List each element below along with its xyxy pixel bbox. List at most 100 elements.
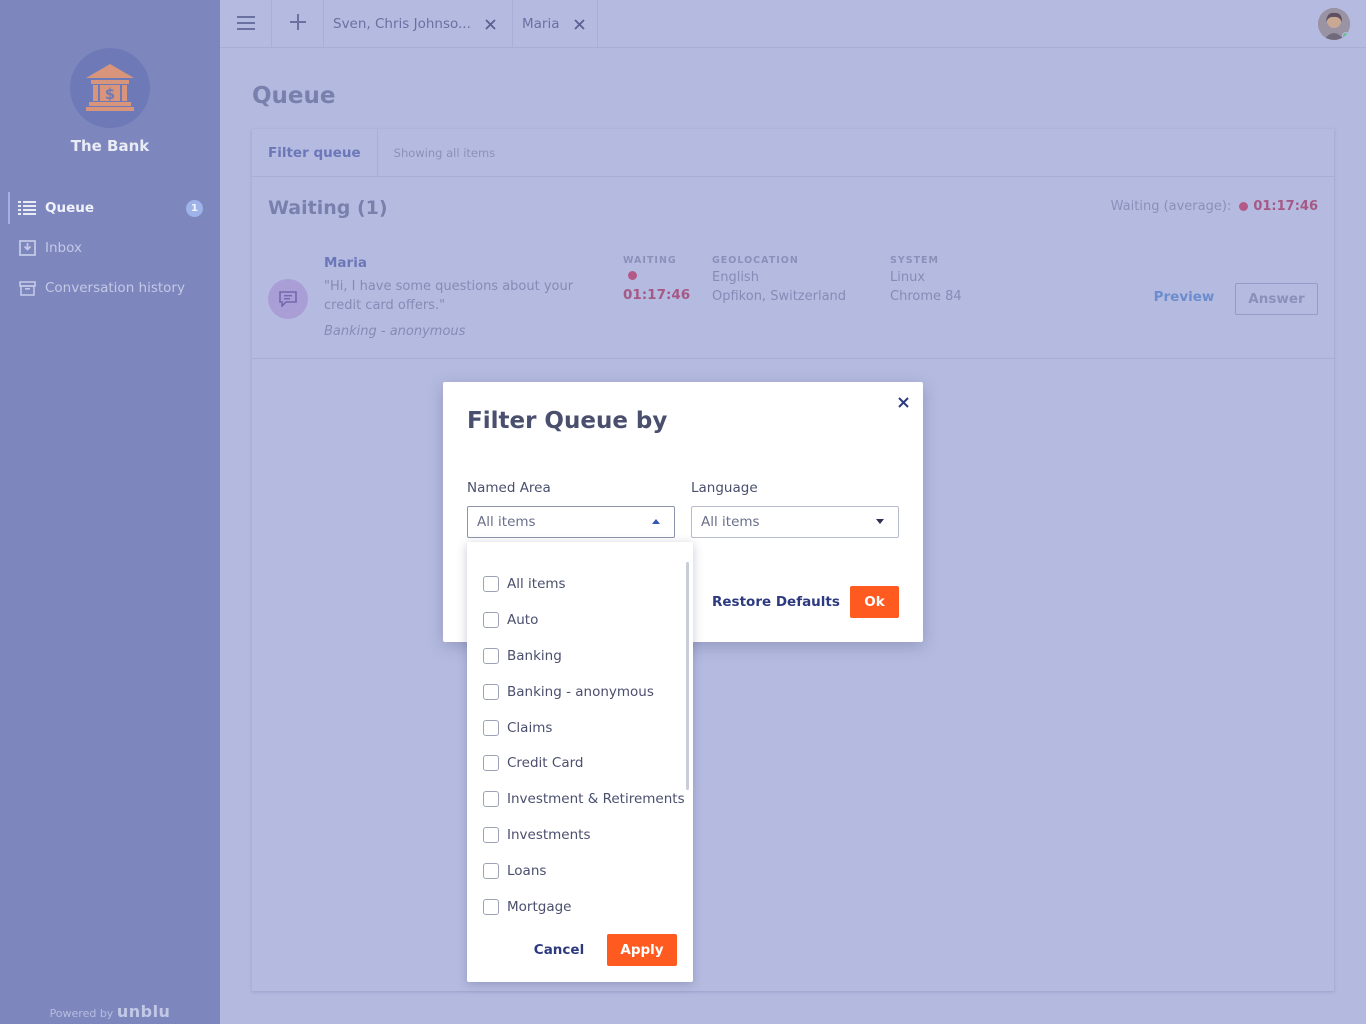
option-credit-card[interactable]: Credit Card [467, 745, 689, 781]
bank-icon: $ [82, 60, 138, 116]
modal-title: Filter Queue by [467, 408, 668, 434]
named-area-dropdown: All items Auto Banking Banking - anonymo… [467, 542, 693, 982]
top-bar: Sven, Chris Johnso... Maria [220, 0, 1366, 48]
caret-down-icon [876, 519, 884, 524]
new-tab-button[interactable] [272, 0, 324, 48]
option-investments[interactable]: Investments [467, 817, 689, 853]
powered-by: Powered by unblu [0, 1002, 220, 1021]
filter-queue-button[interactable]: Filter queue [252, 128, 378, 177]
language-select[interactable]: All items [691, 506, 899, 538]
checkbox[interactable] [483, 755, 499, 772]
avatar[interactable] [1318, 8, 1350, 40]
sidebar-item-conversation-history[interactable]: Conversation history [0, 268, 220, 308]
alert-icon [628, 271, 637, 280]
option-label: Credit Card [507, 755, 584, 772]
waiting-time: 01:17:46 [623, 287, 691, 303]
geo-language: English [712, 270, 759, 285]
checkbox[interactable] [483, 611, 499, 628]
brand-logo: $ [70, 48, 150, 128]
language-label: Language [691, 480, 758, 496]
option-label: Banking [507, 647, 562, 664]
option-claims[interactable]: Claims [467, 710, 689, 746]
option-investment-retirements[interactable]: Investment & Retirements [467, 781, 689, 817]
waiting-label: WAITING [623, 255, 677, 266]
named-area: Banking - anonymous [324, 324, 466, 339]
apply-button[interactable]: Apply [607, 934, 677, 966]
option-mortgage[interactable]: Mortgage [467, 889, 689, 925]
system-browser: Chrome 84 [890, 289, 962, 304]
option-banking[interactable]: Banking [467, 638, 689, 674]
option-all-items[interactable]: All items [467, 566, 689, 602]
named-area-label: Named Area [467, 480, 551, 496]
preview-button[interactable]: Preview [1132, 281, 1236, 313]
avg-time: 01:17:46 [1253, 199, 1318, 214]
checkbox[interactable] [483, 719, 499, 736]
option-label: Investments [507, 827, 591, 844]
sidebar-item-inbox[interactable]: Inbox [0, 228, 220, 268]
checkbox[interactable] [483, 683, 499, 700]
system-os: Linux [890, 270, 926, 285]
sidebar-item-queue[interactable]: Queue 1 [0, 188, 220, 228]
visitor-message: "Hi, I have some questions about your cr… [324, 279, 574, 313]
filter-bar: Filter queue Showing all items [252, 128, 1334, 177]
restore-defaults-button[interactable]: Restore Defaults [705, 586, 847, 618]
sidebar-item-label: Conversation history [45, 280, 185, 296]
option-label: Mortgage [507, 898, 572, 915]
tab-maria[interactable]: Maria [513, 0, 598, 48]
option-loans[interactable]: Loans [467, 853, 689, 889]
tab-label: Sven, Chris Johnso... [333, 16, 471, 32]
archive-icon [18, 279, 36, 297]
checkbox[interactable] [483, 898, 499, 915]
system-label: SYSTEM [890, 255, 939, 266]
visitor-name: Maria [324, 255, 367, 271]
option-label: Investment & Retirements [507, 791, 685, 808]
average-waiting: Waiting (average): 01:17:46 [1111, 199, 1318, 214]
list-icon [18, 199, 36, 217]
option-auto[interactable]: Auto [467, 602, 689, 638]
close-icon[interactable] [573, 18, 585, 30]
dropdown-options: All items Auto Banking Banking - anonymo… [467, 566, 689, 925]
option-label: Claims [507, 719, 553, 736]
hamburger-menu-icon [236, 15, 255, 34]
named-area-select[interactable]: All items [467, 506, 675, 538]
select-value: All items [477, 514, 536, 530]
brand-name: The Bank [70, 137, 150, 155]
close-icon[interactable] [485, 18, 496, 30]
cancel-button[interactable]: Cancel [527, 934, 591, 966]
checkbox[interactable] [483, 863, 499, 880]
queue-row[interactable]: Maria "Hi, I have some questions about y… [252, 239, 1334, 359]
page-title: Queue [252, 83, 336, 109]
chat-bubble-icon [268, 279, 308, 319]
alert-icon [1239, 202, 1249, 211]
option-label: Banking - anonymous [507, 683, 654, 700]
filter-status: Showing all items [393, 145, 496, 160]
geolocation-label: GEOLOCATION [712, 255, 799, 266]
sidebar: $ The Bank Queue 1 Inbox Conversation hi… [0, 0, 220, 1024]
checkbox[interactable] [483, 791, 499, 808]
option-banking-anonymous[interactable]: Banking - anonymous [467, 674, 689, 710]
powered-by-label: Powered by [49, 1007, 114, 1020]
sidebar-nav: Queue 1 Inbox Conversation history [0, 188, 220, 308]
ok-button[interactable]: Ok [850, 586, 899, 618]
caret-up-icon [652, 519, 660, 524]
inbox-icon [18, 239, 36, 257]
avg-label: Waiting (average): [1110, 199, 1232, 214]
sidebar-item-label: Queue [45, 200, 95, 216]
option-label: Loans [507, 863, 547, 880]
plus-icon [289, 14, 306, 34]
answer-button[interactable]: Answer [1235, 283, 1318, 315]
queue-count-badge: 1 [186, 200, 203, 217]
tab-label: Maria [522, 16, 560, 32]
close-icon[interactable] [895, 394, 911, 410]
select-value: All items [701, 514, 760, 530]
unblu-logo: unblu [116, 1002, 171, 1021]
dropdown-scrollbar[interactable] [686, 562, 689, 790]
sidebar-item-label: Inbox [45, 240, 82, 256]
checkbox[interactable] [483, 827, 499, 844]
menu-button[interactable] [220, 0, 272, 48]
tab-sven-chris[interactable]: Sven, Chris Johnso... [324, 0, 513, 48]
checkbox[interactable] [483, 575, 499, 592]
waiting-heading: Waiting (1) [268, 197, 388, 219]
checkbox[interactable] [483, 647, 499, 664]
svg-text:$: $ [105, 85, 115, 103]
